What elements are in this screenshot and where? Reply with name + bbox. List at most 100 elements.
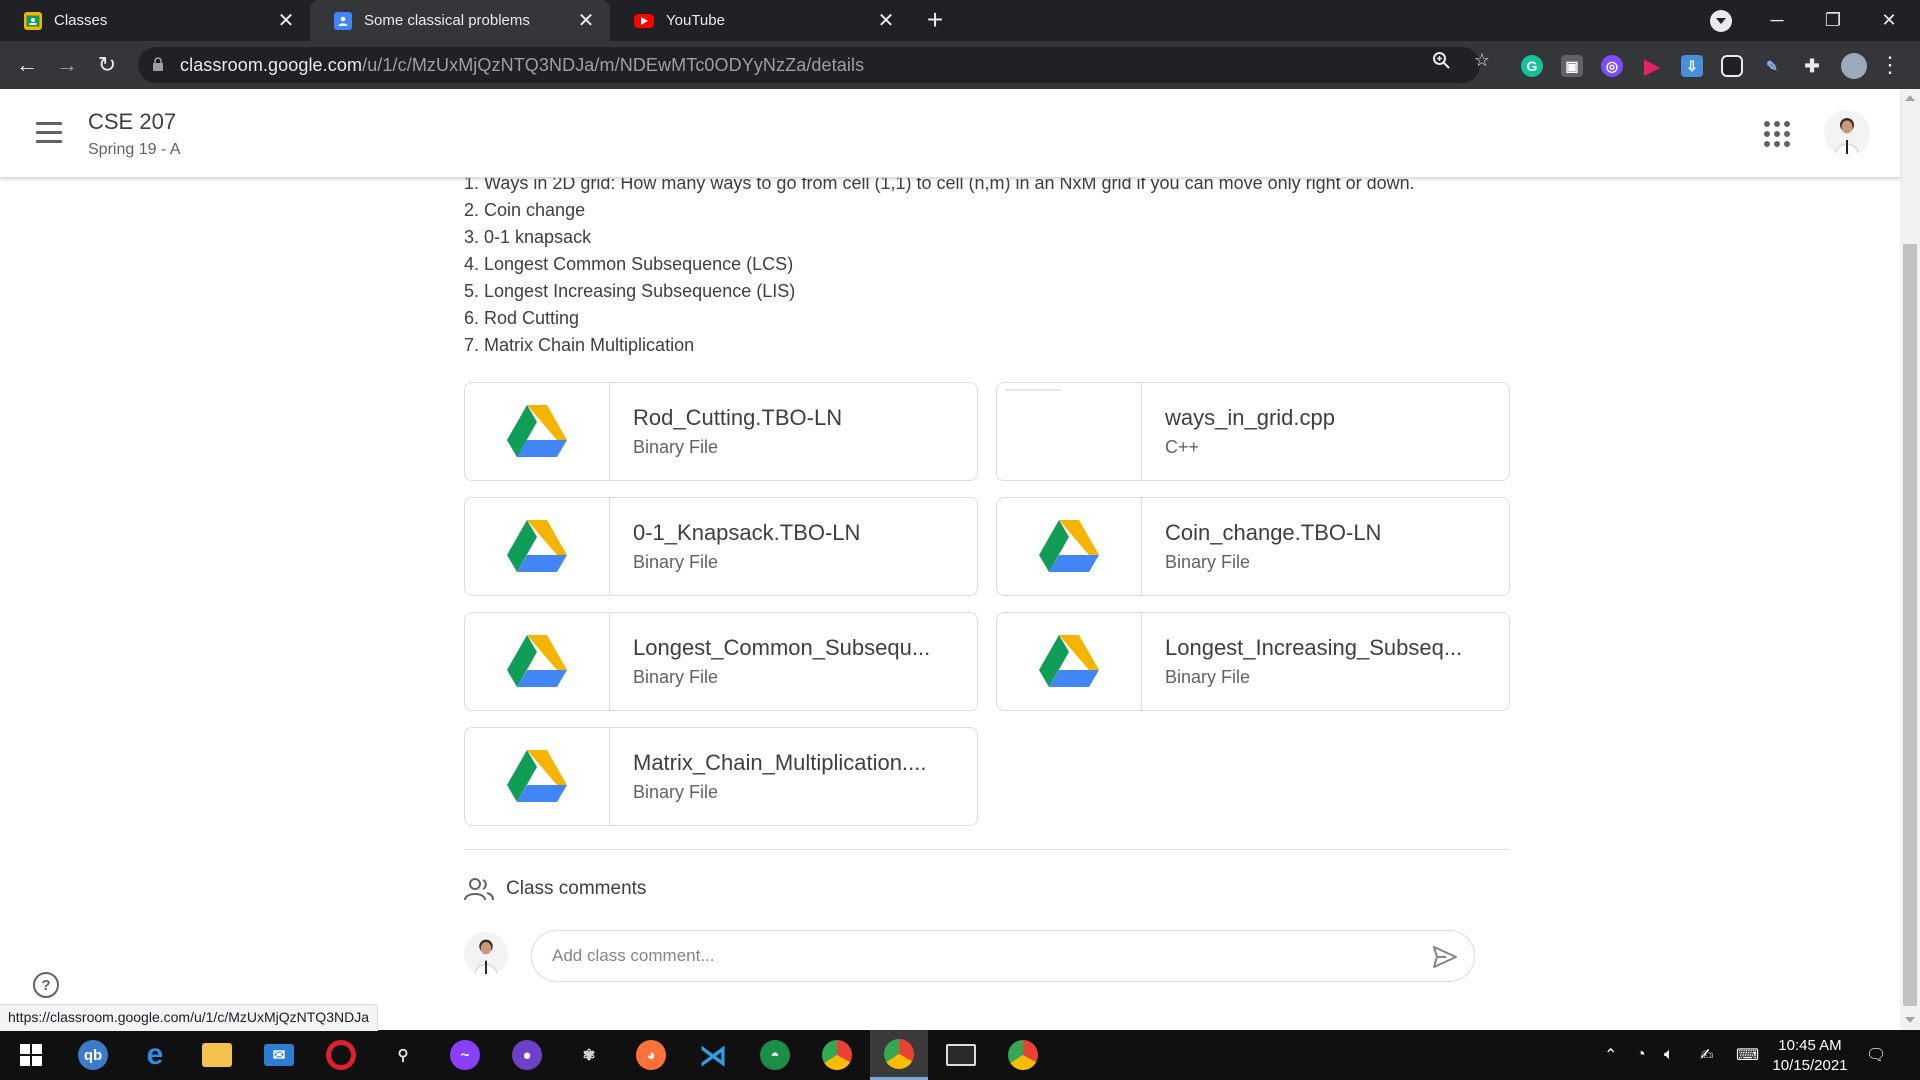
chrome-icon[interactable] [808,1030,866,1080]
chrome-icon[interactable] [994,1030,1052,1080]
attachment-card[interactable]: 0-1_Knapsack.TBO-LN Binary File [464,497,978,596]
close-icon[interactable]: ✕ [276,10,296,32]
attachment-card[interactable]: Longest_Increasing_Subseq... Binary File [996,612,1510,711]
satellite-app-icon[interactable]: ⚲ [374,1030,432,1080]
scroll-down-icon[interactable] [1905,1017,1915,1023]
tab-some-classical-problems[interactable]: Some classical problems ✕ [310,0,610,41]
keyboard-icon[interactable]: ⌨ [1736,1030,1759,1080]
qbittorrent-icon[interactable]: qb [64,1030,122,1080]
bookmark-star-icon[interactable]: ☆ [1471,49,1493,71]
attachment-type: Binary File [633,667,719,687]
attachment-card[interactable]: Matrix_Chain_Multiplication.... Binary F… [464,727,978,826]
scroll-up-icon[interactable] [1905,95,1915,101]
page-scrollbar[interactable] [1900,89,1920,1030]
course-section: Spring 19 - A [88,141,181,158]
minimize-button[interactable]: ─ [1750,0,1804,41]
attachment-card[interactable]: ways_in_grid.cpp C++ [996,382,1510,481]
class-comment-input[interactable] [552,931,1412,981]
problem-list: 1. Ways in 2D grid: How many ways to go … [464,170,1510,359]
close-icon[interactable]: ✕ [576,10,596,32]
attachment-thumbnail [465,498,610,595]
list-item: 7. Matrix Chain Multiplication [464,335,695,355]
attachment-name: ways_in_grid.cpp [1165,405,1335,430]
camera-icon[interactable]: ▣ [1561,55,1583,77]
start-button[interactable] [2,1030,60,1080]
attachment-type: Binary File [633,782,719,802]
send-icon[interactable] [1432,944,1458,970]
file-explorer-icon[interactable] [188,1030,246,1080]
opera-icon[interactable] [312,1030,370,1080]
app-icon[interactable]: ✾ [560,1030,618,1080]
reload-icon[interactable]: ↻ [92,50,122,80]
extension-icon[interactable]: ◎ [1601,55,1623,77]
class-comment-field[interactable] [531,930,1475,982]
tab-classes[interactable]: Classes ✕ [0,0,310,41]
wifi-icon[interactable]: ◔ [1636,1030,1646,1080]
new-tab-button[interactable]: + [920,6,950,36]
list-item: 3. 0-1 knapsack [464,227,592,247]
browser-toolbar: ← → ↻ classroom.google.com/u/1/c/MzUxMjQ… [0,41,1920,89]
tab-youtube[interactable]: YouTube ✕ [610,0,910,41]
app-icon[interactable]: ◓ [746,1030,804,1080]
extensions-puzzle-icon[interactable]: ✚ [1801,55,1823,77]
attachment-card[interactable]: Longest_Common_Subsequ... Binary File [464,612,978,711]
google-apps-icon[interactable] [1764,121,1790,147]
attachment-type: Binary File [1165,667,1251,687]
grammarly-icon[interactable]: G [1521,55,1543,77]
attachment-type: C++ [1165,437,1200,457]
forward-arrow-icon[interactable]: → [52,50,82,80]
document-preview [1005,389,1061,409]
firefox-icon[interactable]: ◕ [622,1030,680,1080]
edge-icon[interactable]: e [126,1030,184,1080]
pen-icon[interactable]: ✍︎ [1700,1030,1713,1080]
google-drive-icon [507,749,567,802]
attachment-name: Longest_Common_Subsequ... [633,635,931,660]
attachment-card[interactable]: Coin_change.TBO-LN Binary File [996,497,1510,596]
attachment-thumbnail [997,498,1142,595]
download-icon[interactable]: ⇩ [1681,55,1703,77]
help-icon[interactable]: ? [32,971,60,999]
attachment-name: Matrix_Chain_Multiplication.... [633,750,927,775]
vscode-icon[interactable]: ⋊ [684,1030,742,1080]
classroom-header: CSE 207 Spring 19 - A [0,89,1900,178]
menu-more-icon[interactable]: ⋮ [1879,50,1901,80]
attachment-thumbnail [465,383,610,480]
extension-icon[interactable] [1721,55,1743,77]
terminal-icon[interactable] [932,1030,990,1080]
chrome-icon[interactable] [870,1030,928,1080]
google-drive-icon [507,634,567,687]
zoom-icon[interactable] [1430,49,1452,71]
link-status-bubble: https://classroom.google.com/u/1/c/MzUxM… [0,1004,378,1031]
google-drive-icon [1039,634,1099,687]
attachment-thumbnail [465,613,610,710]
avatar [464,932,508,976]
main-menu-icon[interactable] [36,122,62,144]
notifications-icon[interactable]: 🗨︎ [1866,1030,1886,1080]
profile-avatar[interactable] [1841,53,1867,79]
tab-title: Classes [54,12,108,29]
taskbar-clock[interactable]: 10:45 AM 10/15/2021 [1760,1036,1860,1076]
pen-extension-icon[interactable]: ✎ [1761,55,1783,77]
tab-search-icon[interactable] [1710,10,1732,32]
close-icon[interactable]: ✕ [876,10,896,32]
classroom-favicon-icon [24,11,42,30]
attachment-name: Longest_Increasing_Subseq... [1165,635,1463,660]
list-item: 2. Coin change [464,200,586,220]
github-icon[interactable]: ● [498,1030,556,1080]
lock-icon[interactable] [152,56,172,74]
address-bar[interactable]: classroom.google.com/u/1/c/MzUxMjQzNTQ3N… [138,47,1480,83]
attachment-card[interactable]: Rod_Cutting.TBO-LN Binary File [464,382,978,481]
close-window-button[interactable]: ✕ [1862,0,1916,41]
show-hidden-icons-icon[interactable]: ⌃ [1604,1030,1617,1080]
mail-icon[interactable]: ✉ [250,1030,308,1080]
messenger-icon[interactable]: ~ [436,1030,494,1080]
url-path: /u/1/c/MzUxMjQzNTQ3NDJa/m/NDEwMTc0ODYyNz… [362,54,865,75]
play-extension-icon[interactable]: ▶ [1641,55,1663,78]
course-title[interactable]: CSE 207 [88,109,176,135]
volume-icon[interactable]: 🔈︎ [1664,1030,1674,1080]
assignment-content: 1. Ways in 2D grid: How many ways to go … [464,170,1510,826]
scrollbar-thumb[interactable] [1903,244,1917,1006]
back-arrow-icon[interactable]: ← [12,50,42,80]
restore-button[interactable]: ❐ [1806,0,1860,41]
account-avatar[interactable] [1824,110,1870,156]
